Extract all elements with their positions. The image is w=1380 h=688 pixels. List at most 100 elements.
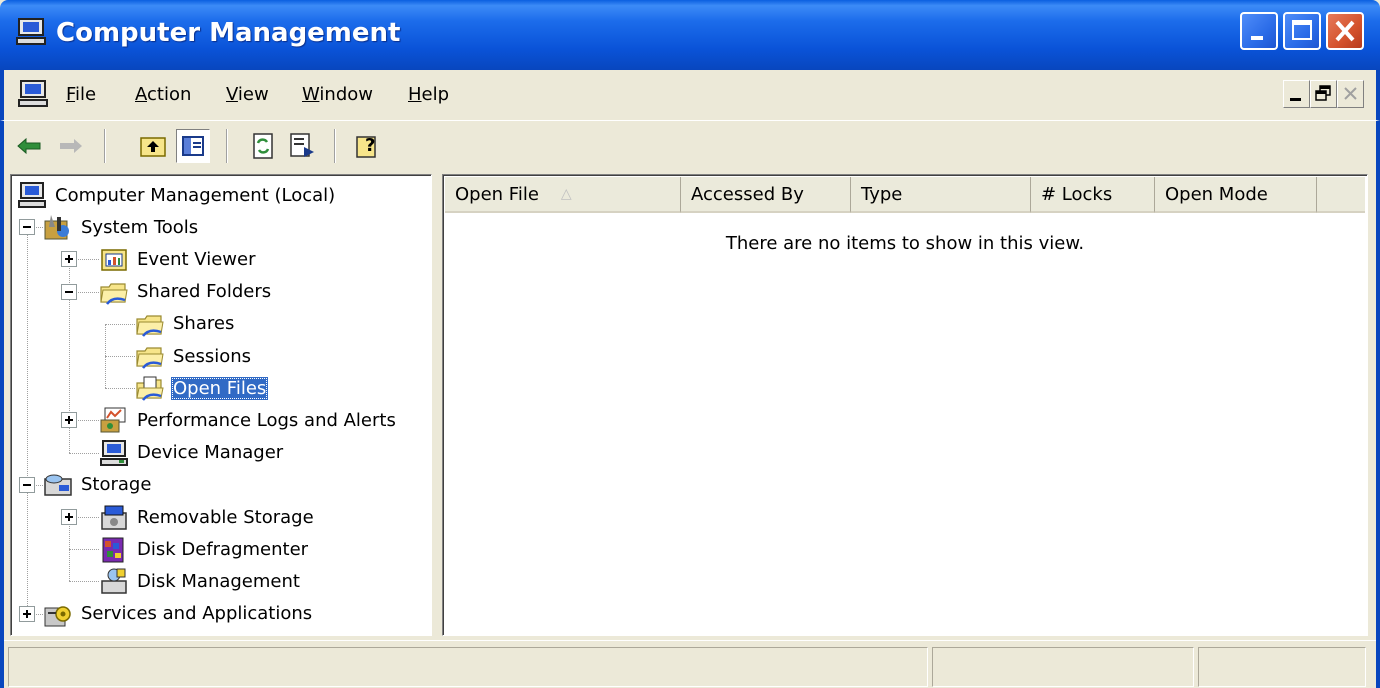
- event-viewer-icon: [99, 245, 129, 273]
- tree-node-shares[interactable]: Shares: [135, 308, 236, 340]
- window-frame-right: [1376, 170, 1380, 688]
- removable-storage-icon: [99, 503, 129, 531]
- storage-icon: [43, 471, 73, 499]
- menu-action-mnemonic: A: [135, 84, 147, 105]
- back-arrow-icon[interactable]: [12, 129, 46, 163]
- tree-connector: [69, 549, 99, 551]
- column-header-open-file-label: Open File: [455, 183, 539, 205]
- menu-window[interactable]: Window: [302, 84, 373, 105]
- maximize-button[interactable]: [1283, 12, 1321, 50]
- tree-node-label: Shared Folders: [137, 281, 272, 303]
- svg-text:?: ?: [365, 135, 375, 156]
- collapse-icon[interactable]: [61, 283, 77, 300]
- tree-node-computer-management-local[interactable]: Computer Management (Local): [17, 179, 337, 211]
- tree-connector: [105, 323, 135, 325]
- tree-node-shared-folders[interactable]: Shared Folders: [99, 276, 273, 308]
- refresh-icon[interactable]: [246, 129, 280, 163]
- expand-icon[interactable]: [61, 509, 77, 525]
- mdi-restore-button[interactable]: [1310, 80, 1337, 108]
- console-tree[interactable]: Computer Management (Local) System Tools E…: [10, 174, 432, 636]
- tree-node-label: Sessions: [173, 345, 252, 367]
- performance-icon: [99, 406, 129, 434]
- tree-node-label: Device Manager: [137, 442, 284, 464]
- tree-node-services-and-applications[interactable]: Services and Applications: [43, 598, 314, 630]
- menu-file-rest: ile: [75, 84, 97, 105]
- tree-node-label: Event Viewer: [137, 248, 256, 270]
- sort-ascending-icon: △: [560, 186, 572, 202]
- tree-node-sessions[interactable]: Sessions: [135, 340, 253, 372]
- tools-icon: [43, 213, 73, 241]
- expand-icon[interactable]: [19, 605, 35, 622]
- expand-icon[interactable]: [61, 412, 77, 429]
- menu-action-rest: ction: [147, 84, 192, 105]
- toolbar: ?: [0, 120, 1380, 170]
- tree-node-label: Services and Applications: [81, 603, 313, 625]
- menu-bar: File Action View Window Help: [0, 70, 1380, 120]
- column-header-filler: [1317, 177, 1365, 213]
- column-header-locks[interactable]: # Locks: [1031, 177, 1155, 213]
- status-panel-main: [8, 647, 928, 687]
- menu-help-rest: elp: [421, 84, 450, 105]
- tree-node-removable-storage[interactable]: Removable Storage: [99, 501, 316, 533]
- column-header-accessed-by-label: Accessed By: [691, 183, 804, 205]
- tree-node-device-manager[interactable]: Device Manager: [99, 437, 285, 469]
- up-folder-icon[interactable]: [136, 129, 170, 163]
- computer-icon: [17, 181, 47, 209]
- tree-node-event-viewer[interactable]: Event Viewer: [99, 243, 257, 275]
- shared-folder-icon: [135, 342, 165, 370]
- column-header-open-mode[interactable]: Open Mode: [1155, 177, 1317, 213]
- shared-folder-icon: [99, 278, 129, 306]
- tree-node-label: Disk Management: [137, 570, 300, 592]
- status-panel-3: [1198, 647, 1366, 687]
- tree-node-label: Computer Management (Local): [55, 184, 336, 206]
- tree-connector: [27, 227, 28, 614]
- tree-node-system-tools[interactable]: System Tools: [43, 211, 200, 243]
- menu-view[interactable]: View: [226, 84, 269, 105]
- open-files-icon: [135, 374, 165, 402]
- menu-action[interactable]: Action: [135, 84, 191, 105]
- tree-node-disk-defragmenter[interactable]: Disk Defragmenter: [99, 533, 310, 565]
- collapse-icon[interactable]: [19, 476, 35, 493]
- pane-splitter[interactable]: [432, 174, 442, 636]
- tree-connector: [69, 517, 70, 582]
- close-button[interactable]: [1326, 12, 1364, 50]
- mdi-minimize-button[interactable]: [1283, 80, 1310, 108]
- menu-file[interactable]: File: [66, 84, 96, 105]
- tree-node-label: Storage: [81, 474, 152, 496]
- menu-view-mnemonic: V: [226, 84, 238, 105]
- menu-help[interactable]: Help: [408, 84, 449, 105]
- forward-arrow-icon[interactable]: [54, 129, 88, 163]
- tree-connector: [105, 388, 135, 390]
- tree-connector: [105, 356, 135, 357]
- mdi-controls: [1283, 80, 1364, 110]
- tree-node-open-files[interactable]: Open Files: [135, 372, 269, 404]
- title-bar[interactable]: Computer Management: [0, 0, 1380, 70]
- column-header-open-file[interactable]: Open File △: [445, 177, 681, 213]
- tree-node-storage[interactable]: Storage: [43, 469, 153, 501]
- tree-connector: [105, 323, 106, 389]
- expand-icon[interactable]: [61, 251, 77, 268]
- help-icon[interactable]: ?: [352, 129, 386, 163]
- column-header-open-mode-label: Open Mode: [1165, 183, 1268, 205]
- tree-connector: [69, 581, 99, 583]
- results-list[interactable]: Open File △ Accessed By Type # Locks Ope…: [442, 174, 1368, 636]
- show-hide-tree-icon[interactable]: [176, 129, 210, 163]
- tree-node-label: Disk Defragmenter: [137, 538, 309, 560]
- mdi-close-button[interactable]: [1337, 80, 1364, 108]
- menu-help-mnemonic: H: [408, 84, 422, 105]
- collapse-icon[interactable]: [19, 219, 35, 236]
- disk-management-icon: [99, 567, 129, 595]
- minimize-button[interactable]: [1240, 12, 1278, 50]
- window-frame-left: [0, 170, 4, 688]
- column-header-accessed-by[interactable]: Accessed By: [681, 177, 851, 213]
- device-manager-icon: [99, 439, 129, 467]
- export-list-icon[interactable]: [286, 129, 320, 163]
- column-header-type[interactable]: Type: [851, 177, 1031, 213]
- column-header-locks-label: # Locks: [1041, 183, 1113, 205]
- tree-node-disk-management[interactable]: Disk Management: [99, 565, 302, 597]
- tree-node-performance-logs-and-alerts[interactable]: Performance Logs and Alerts: [99, 404, 398, 436]
- console-icon[interactable]: [18, 80, 48, 108]
- menu-window-mnemonic: W: [302, 84, 320, 105]
- toolbar-separator: [226, 129, 228, 163]
- tree-node-label: Performance Logs and Alerts: [137, 409, 396, 431]
